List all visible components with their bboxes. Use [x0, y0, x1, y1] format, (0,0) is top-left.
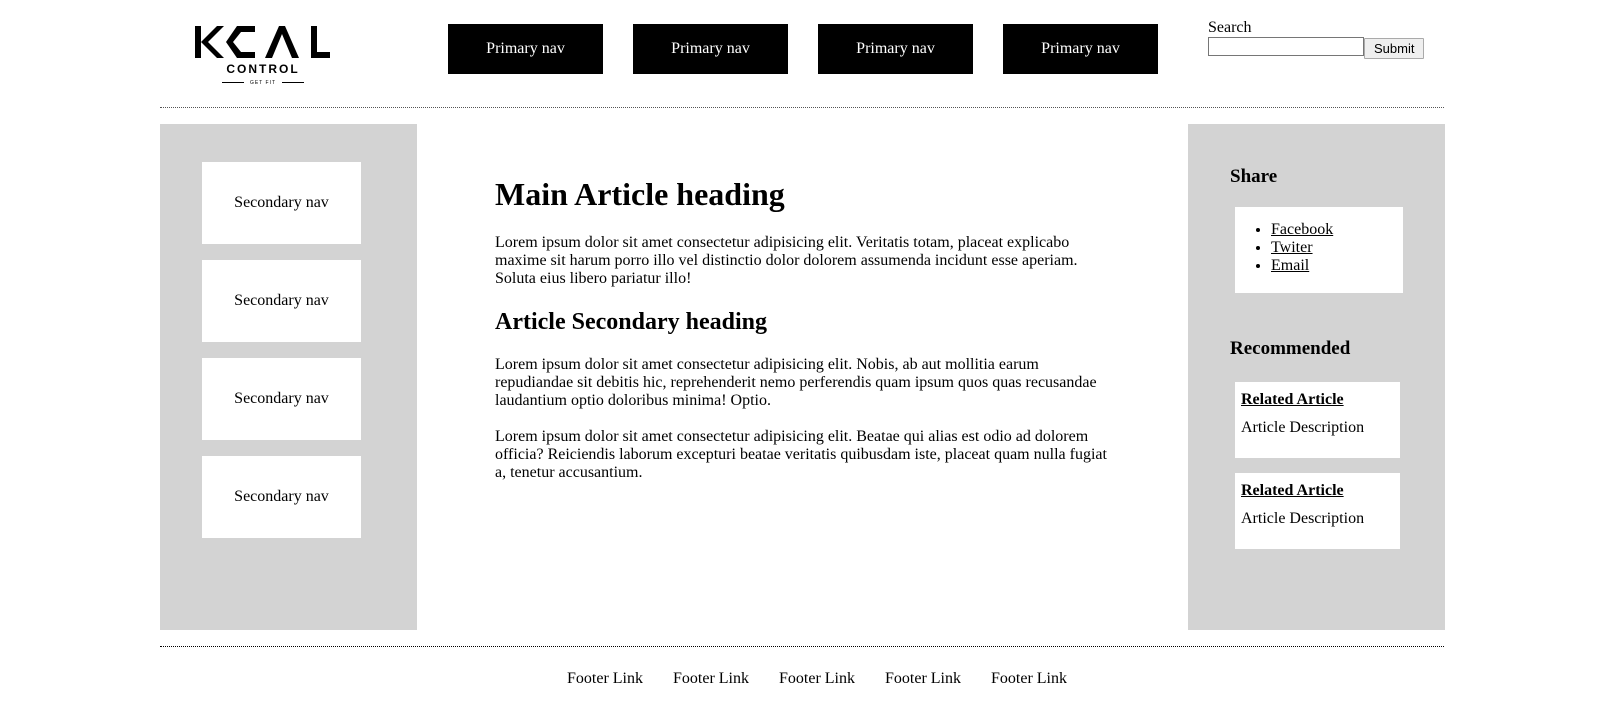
- search-label: Search: [1208, 19, 1252, 36]
- related-article-link[interactable]: Related Article: [1241, 391, 1344, 409]
- secondary-nav-item-4[interactable]: Secondary nav: [202, 456, 361, 538]
- primary-nav-item-3[interactable]: Primary nav: [818, 24, 973, 74]
- primary-nav-item-2[interactable]: Primary nav: [633, 24, 788, 74]
- article-description: Article Description: [1241, 419, 1365, 436]
- secondary-nav: Secondary nav Secondary nav Secondary na…: [160, 124, 417, 630]
- footer-link-5[interactable]: Footer Link: [991, 670, 1067, 688]
- primary-nav-item-1[interactable]: Primary nav: [448, 24, 603, 74]
- twitter-link[interactable]: Twiter: [1271, 239, 1313, 256]
- share-box: Facebook Twiter Email: [1235, 207, 1403, 293]
- facebook-link[interactable]: Facebook: [1271, 221, 1333, 238]
- recommended-card: Related Article Article Description: [1235, 382, 1400, 458]
- article-heading: Main Article heading: [495, 176, 785, 212]
- kcal-logo[interactable]: CONTROL GET FIT: [193, 22, 333, 90]
- right-sidebar: Share Facebook Twiter Email Recommended …: [1188, 124, 1445, 630]
- footer-divider: [160, 646, 1444, 647]
- list-item: Facebook: [1271, 221, 1403, 239]
- article-description: Article Description: [1241, 510, 1365, 527]
- share-heading: Share: [1230, 166, 1278, 187]
- footer-link-2[interactable]: Footer Link: [673, 670, 749, 688]
- primary-nav: Primary nav Primary nav Primary nav Prim…: [448, 24, 1158, 74]
- article-intro: Lorem ipsum dolor sit amet consectetur a…: [495, 234, 1078, 287]
- recommended-heading: Recommended: [1230, 338, 1351, 359]
- secondary-nav-item-3[interactable]: Secondary nav: [202, 358, 361, 440]
- article-paragraph-2: Lorem ipsum dolor sit amet consectetur a…: [495, 356, 1097, 409]
- email-link[interactable]: Email: [1271, 257, 1309, 274]
- recommended-card: Related Article Article Description: [1235, 473, 1400, 549]
- submit-button[interactable]: Submit: [1364, 38, 1425, 59]
- primary-nav-item-4[interactable]: Primary nav: [1003, 24, 1158, 74]
- footer-nav: Footer Link Footer Link Footer Link Foot…: [567, 670, 1067, 688]
- logo-tagline: GET FIT: [193, 80, 333, 86]
- main-article: Main Article heading Lorem ipsum dolor s…: [495, 160, 1115, 500]
- article-paragraph-3: Lorem ipsum dolor sit amet consectetur a…: [495, 428, 1107, 481]
- header-divider: [160, 107, 1444, 108]
- related-article-link[interactable]: Related Article: [1241, 482, 1344, 500]
- logo-word: CONTROL: [226, 62, 300, 76]
- search-form: Search Submit: [1208, 18, 1425, 59]
- search-input[interactable]: [1208, 37, 1364, 56]
- share-list: Facebook Twiter Email: [1235, 221, 1403, 275]
- kcal-logo-mark: [195, 26, 330, 58]
- footer-link-1[interactable]: Footer Link: [567, 670, 643, 688]
- secondary-nav-item-1[interactable]: Secondary nav: [202, 162, 361, 244]
- secondary-nav-item-2[interactable]: Secondary nav: [202, 260, 361, 342]
- list-item: Email: [1271, 257, 1403, 275]
- list-item: Twiter: [1271, 239, 1403, 257]
- article-secondary-heading: Article Secondary heading: [495, 309, 767, 335]
- footer-link-4[interactable]: Footer Link: [885, 670, 961, 688]
- footer-link-3[interactable]: Footer Link: [779, 670, 855, 688]
